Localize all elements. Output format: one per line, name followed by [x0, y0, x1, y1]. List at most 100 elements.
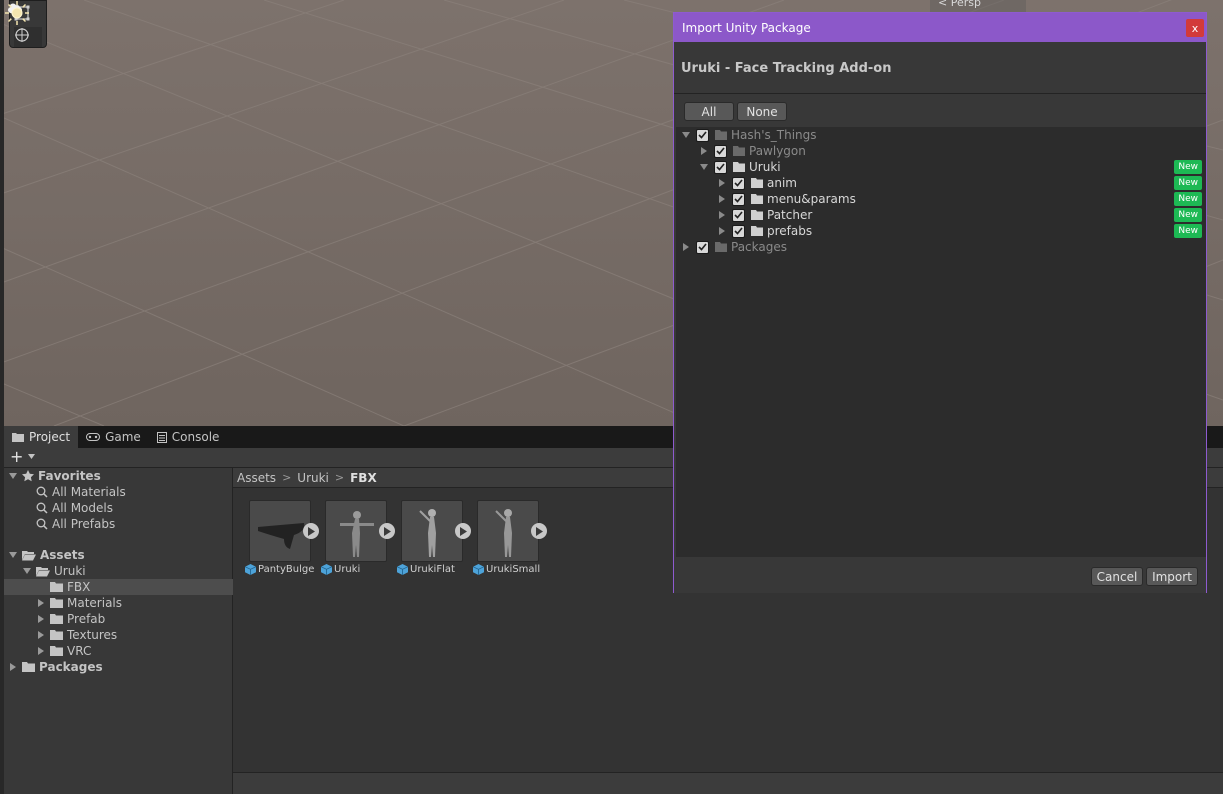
tree-vrc[interactable]: VRC	[4, 643, 233, 659]
package-item[interactable]: prefabs New	[676, 223, 1206, 239]
checkbox[interactable]	[714, 144, 727, 158]
package-item[interactable]: Uruki New	[676, 159, 1206, 175]
package-item-label: prefabs	[767, 224, 813, 238]
collapsed-arrow-icon[interactable]	[717, 178, 727, 188]
package-item-label: Patcher	[767, 208, 813, 222]
cancel-button[interactable]: Cancel	[1091, 567, 1143, 586]
collapsed-arrow-icon[interactable]	[36, 598, 46, 608]
asset-item[interactable]: PantyBulge	[233, 500, 319, 580]
checkbox[interactable]	[696, 240, 709, 254]
folder-icon	[751, 194, 763, 204]
favorite-all-prefabs[interactable]: All Prefabs	[4, 516, 233, 532]
expand-arrow-icon[interactable]	[8, 550, 18, 560]
dialog-titlebar[interactable]: Import Unity Package x	[674, 13, 1206, 42]
search-icon	[36, 518, 48, 530]
open-folder-icon	[22, 550, 36, 560]
close-button[interactable]: x	[1186, 19, 1204, 37]
checkbox[interactable]	[696, 128, 709, 142]
package-item[interactable]: menu&params New	[676, 191, 1206, 207]
breadcrumb-separator-icon: >	[334, 471, 345, 484]
select-none-button[interactable]: None	[737, 102, 787, 121]
folder-icon	[50, 598, 63, 608]
asset-item[interactable]: UrukiSmall	[461, 500, 547, 580]
breadcrumb-fbx[interactable]: FBX	[350, 471, 377, 485]
transform-tool-button[interactable]	[14, 27, 42, 47]
breadcrumb-uruki[interactable]: Uruki	[297, 471, 329, 485]
packages-label: Packages	[39, 660, 103, 674]
checkbox[interactable]	[714, 160, 727, 174]
tree-fbx[interactable]: FBX	[4, 579, 233, 595]
new-badge: New	[1174, 160, 1202, 174]
folder-icon	[50, 582, 63, 592]
collapsed-arrow-icon[interactable]	[36, 630, 46, 640]
favorite-all-models[interactable]: All Models	[4, 500, 233, 516]
asset-thumbnail[interactable]	[325, 500, 387, 562]
collapsed-arrow-icon[interactable]	[36, 614, 46, 624]
asset-item[interactable]: Uruki	[309, 500, 395, 580]
project-folder-tree: Favorites All Materials All Models All P…	[4, 468, 233, 794]
folder-icon	[715, 130, 727, 140]
asset-footer-bar	[233, 772, 1223, 794]
collapsed-arrow-icon[interactable]	[36, 646, 46, 656]
model-icon	[245, 564, 256, 575]
folder-label: VRC	[67, 644, 92, 658]
expand-arrow-icon[interactable]	[22, 566, 32, 576]
tab-project-label: Project	[29, 430, 71, 444]
tab-game[interactable]: Game	[78, 426, 149, 448]
tree-assets[interactable]: Assets	[4, 547, 233, 563]
package-item-label: Uruki	[749, 160, 781, 174]
package-item[interactable]: Pawlygon	[676, 143, 1206, 159]
new-badge: New	[1174, 192, 1202, 206]
favorite-all-materials[interactable]: All Materials	[4, 484, 233, 500]
folder-label: Materials	[67, 596, 123, 610]
chevron-down-icon[interactable]	[28, 454, 35, 459]
tree-materials[interactable]: Materials	[4, 595, 233, 611]
dialog-title: Import Unity Package	[682, 20, 811, 35]
play-icon[interactable]	[531, 523, 547, 539]
tree-textures[interactable]: Textures	[4, 627, 233, 643]
collapsed-arrow-icon[interactable]	[717, 210, 727, 220]
tab-project[interactable]: Project	[4, 426, 79, 448]
package-item[interactable]: Packages	[676, 239, 1206, 255]
projection-label[interactable]: < Persp	[938, 0, 981, 9]
asset-thumbnail[interactable]	[477, 500, 539, 562]
package-item[interactable]: Patcher New	[676, 207, 1206, 223]
checkbox[interactable]	[732, 224, 745, 238]
collapsed-arrow-icon[interactable]	[717, 194, 727, 204]
tree-favorites[interactable]: Favorites	[4, 468, 233, 484]
collapsed-arrow-icon[interactable]	[699, 146, 709, 156]
asset-item[interactable]: UrukiFlat	[385, 500, 471, 580]
folder-icon	[50, 614, 63, 624]
tree-prefab[interactable]: Prefab	[4, 611, 233, 627]
collapsed-arrow-icon[interactable]	[8, 662, 18, 672]
checkbox[interactable]	[732, 208, 745, 222]
asset-thumbnail[interactable]	[249, 500, 311, 562]
tree-packages[interactable]: Packages	[4, 659, 233, 675]
collapsed-arrow-icon[interactable]	[717, 226, 727, 236]
package-item[interactable]: Hash's_Things	[676, 127, 1206, 143]
package-item[interactable]: anim New	[676, 175, 1206, 191]
new-badge: New	[1174, 224, 1202, 238]
select-all-button[interactable]: All	[684, 102, 734, 121]
assets-label: Assets	[40, 548, 85, 562]
import-package-dialog: Import Unity Package x Uruki - Face Trac…	[673, 12, 1207, 593]
breadcrumb-assets[interactable]: Assets	[237, 471, 276, 485]
checkbox[interactable]	[732, 176, 745, 190]
sun-icon[interactable]	[4, 0, 30, 26]
new-badge: New	[1174, 176, 1202, 190]
import-button[interactable]: Import	[1146, 567, 1198, 586]
search-icon	[36, 502, 48, 514]
model-icon	[397, 564, 408, 575]
tab-console-label: Console	[171, 430, 220, 444]
asset-thumbnail[interactable]	[401, 500, 463, 562]
tab-console[interactable]: Console	[149, 426, 228, 448]
checkbox[interactable]	[732, 192, 745, 206]
expand-arrow-icon[interactable]	[681, 130, 691, 140]
expand-arrow-icon[interactable]	[699, 162, 709, 172]
tree-uruki[interactable]: Uruki	[4, 563, 233, 579]
asset-name: UrukiFlat	[397, 564, 455, 575]
collapsed-arrow-icon[interactable]	[681, 242, 691, 252]
folder-icon	[751, 178, 763, 188]
add-asset-button[interactable]: +	[10, 449, 23, 465]
expand-arrow-icon[interactable]	[8, 471, 18, 481]
